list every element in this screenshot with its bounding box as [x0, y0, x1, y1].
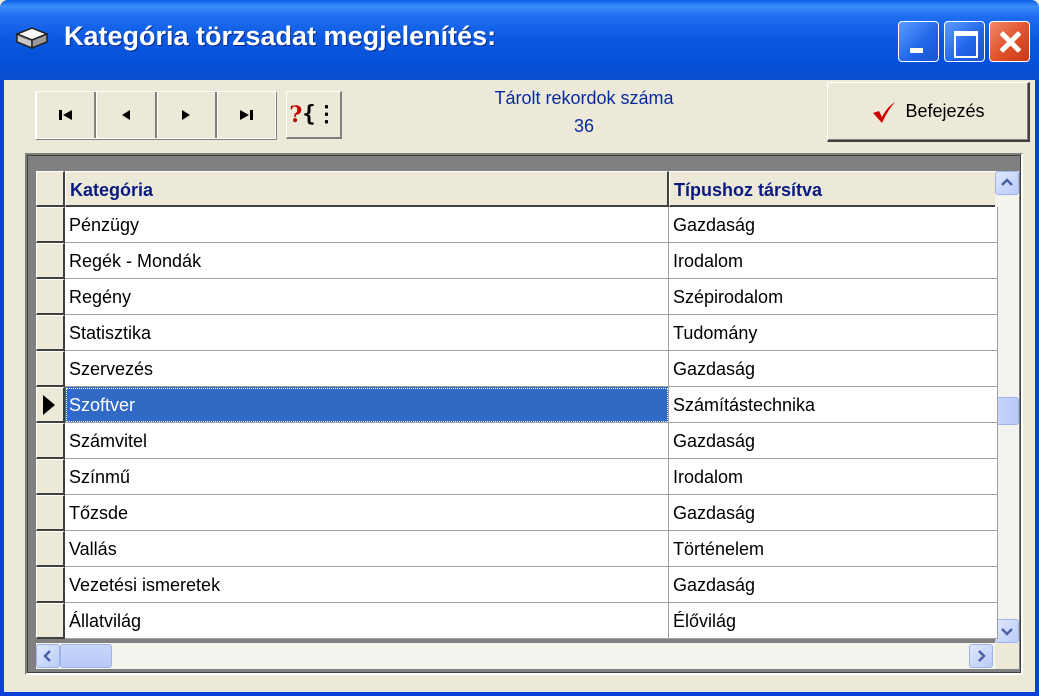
skip-last-icon — [240, 110, 254, 120]
finish-button-label: Befejezés — [905, 101, 985, 121]
scroll-right-button[interactable] — [969, 644, 993, 668]
table-row[interactable]: Szoftver Számítástechnika — [36, 387, 998, 423]
type-cell[interactable]: Gazdaság — [669, 423, 998, 459]
finish-button[interactable]: Befejezés — [827, 82, 1030, 142]
table-row[interactable]: Állatvilág Élővilág — [36, 603, 998, 639]
category-cell[interactable]: Pénzügy — [65, 207, 669, 243]
close-button[interactable] — [989, 21, 1030, 62]
stored-records-count: 36 — [573, 116, 595, 136]
minimize-button[interactable] — [898, 21, 939, 62]
type-cell[interactable]: Számítástechnika — [669, 387, 998, 423]
category-cell[interactable]: Vezetési ismeretek — [65, 567, 669, 603]
column-header-category[interactable]: Kategória — [65, 171, 669, 207]
table-row[interactable]: Vezetési ismeretek Gazdaság — [36, 567, 998, 603]
help-question-mark: ? — [289, 101, 303, 128]
last-record-button[interactable] — [216, 92, 275, 138]
table-row[interactable]: Regék - Mondák Irodalom — [36, 243, 998, 279]
table-row[interactable]: Statisztika Tudomány — [36, 315, 998, 351]
category-cell[interactable]: Színmű — [65, 459, 669, 495]
triangle-left-icon — [121, 110, 130, 120]
table-row[interactable]: Szervezés Gazdaság — [36, 351, 998, 387]
row-indicator[interactable] — [36, 459, 65, 495]
column-header-type[interactable]: Típushoz társítva — [669, 171, 998, 207]
row-indicator[interactable] — [36, 495, 65, 531]
type-cell[interactable]: Élővilág — [669, 603, 998, 639]
table-row[interactable]: Számvitel Gazdaság — [36, 423, 998, 459]
vertical-scroll-thumb[interactable] — [995, 397, 1019, 425]
row-indicator[interactable] — [36, 531, 65, 567]
grid-body: Kategória Típushoz társítva Pénzügy Gazd… — [27, 155, 1021, 673]
record-navigator — [35, 91, 276, 139]
type-cell[interactable]: Irodalom — [669, 243, 998, 279]
category-cell[interactable]: Vallás — [65, 531, 669, 567]
table-row[interactable]: Vallás Történelem — [36, 531, 998, 567]
current-row-indicator[interactable] — [36, 387, 65, 423]
category-cell[interactable]: Szervezés — [65, 351, 669, 387]
category-cell[interactable]: Állatvilág — [65, 603, 669, 639]
next-record-button[interactable] — [156, 92, 217, 138]
type-cell[interactable]: Tudomány — [669, 315, 998, 351]
row-indicator[interactable] — [36, 567, 65, 603]
type-cell[interactable]: Irodalom — [669, 459, 998, 495]
brace-icon: {⋮ — [302, 102, 338, 127]
type-cell[interactable]: Szépirodalom — [669, 279, 998, 315]
chevron-right-icon — [978, 650, 986, 662]
row-indicator[interactable] — [36, 603, 65, 639]
help-button[interactable]: ? {⋮ — [286, 91, 342, 139]
row-indicator[interactable] — [36, 423, 65, 459]
book-icon — [14, 27, 50, 50]
triangle-right-icon — [182, 110, 191, 120]
scrollbar-corner — [995, 643, 1019, 669]
category-cell[interactable]: Statisztika — [65, 315, 669, 351]
main-window: Kategória törzsadat megjelenítés: ? {⋮ T… — [0, 0, 1039, 696]
row-indicator[interactable] — [36, 279, 65, 315]
table-row[interactable]: Tőzsde Gazdaság — [36, 495, 998, 531]
category-cell[interactable]: Regény — [65, 279, 669, 315]
type-cell[interactable]: Gazdaság — [669, 351, 998, 387]
chevron-down-icon — [1001, 628, 1013, 636]
category-cell[interactable]: Regék - Mondák — [65, 243, 669, 279]
table-row[interactable]: Színmű Irodalom — [36, 459, 998, 495]
scroll-up-button[interactable] — [995, 171, 1019, 195]
chevron-left-icon — [43, 650, 51, 662]
row-indicator[interactable] — [36, 315, 65, 351]
data-grid: Kategória Típushoz társítva Pénzügy Gazd… — [25, 153, 1023, 675]
maximize-button[interactable] — [944, 21, 985, 62]
type-cell[interactable]: Gazdaság — [669, 567, 998, 603]
row-indicator[interactable] — [36, 351, 65, 387]
category-cell[interactable]: Szoftver — [65, 387, 669, 423]
row-indicator[interactable] — [36, 207, 65, 243]
previous-record-button[interactable] — [96, 92, 157, 138]
horizontal-scrollbar[interactable] — [36, 643, 995, 669]
category-cell[interactable]: Tőzsde — [65, 495, 669, 531]
scroll-down-button[interactable] — [995, 619, 1019, 643]
table-row[interactable]: Regény Szépirodalom — [36, 279, 998, 315]
chevron-up-icon — [1001, 178, 1013, 186]
grid-header-row: Kategória Típushoz társítva — [36, 171, 998, 207]
vertical-scrollbar[interactable] — [995, 171, 1019, 643]
stored-records-label: Tárolt rekordok száma — [494, 88, 674, 108]
checkmark-icon — [873, 101, 896, 123]
type-cell[interactable]: Történelem — [669, 531, 998, 567]
row-indicator[interactable] — [36, 243, 65, 279]
first-record-button[interactable] — [36, 92, 97, 138]
window-title: Kategória törzsadat megjelenítés: — [64, 21, 497, 51]
skip-first-icon — [58, 110, 72, 120]
type-cell[interactable]: Gazdaság — [669, 207, 998, 243]
title-bar[interactable]: Kategória törzsadat megjelenítés: — [0, 0, 1039, 80]
table-row[interactable]: Pénzügy Gazdaság — [36, 207, 998, 243]
category-cell[interactable]: Számvitel — [65, 423, 669, 459]
type-cell[interactable]: Gazdaság — [669, 495, 998, 531]
header-indicator-cell — [36, 171, 65, 207]
horizontal-scroll-thumb[interactable] — [60, 644, 112, 668]
scroll-left-button[interactable] — [36, 644, 60, 668]
